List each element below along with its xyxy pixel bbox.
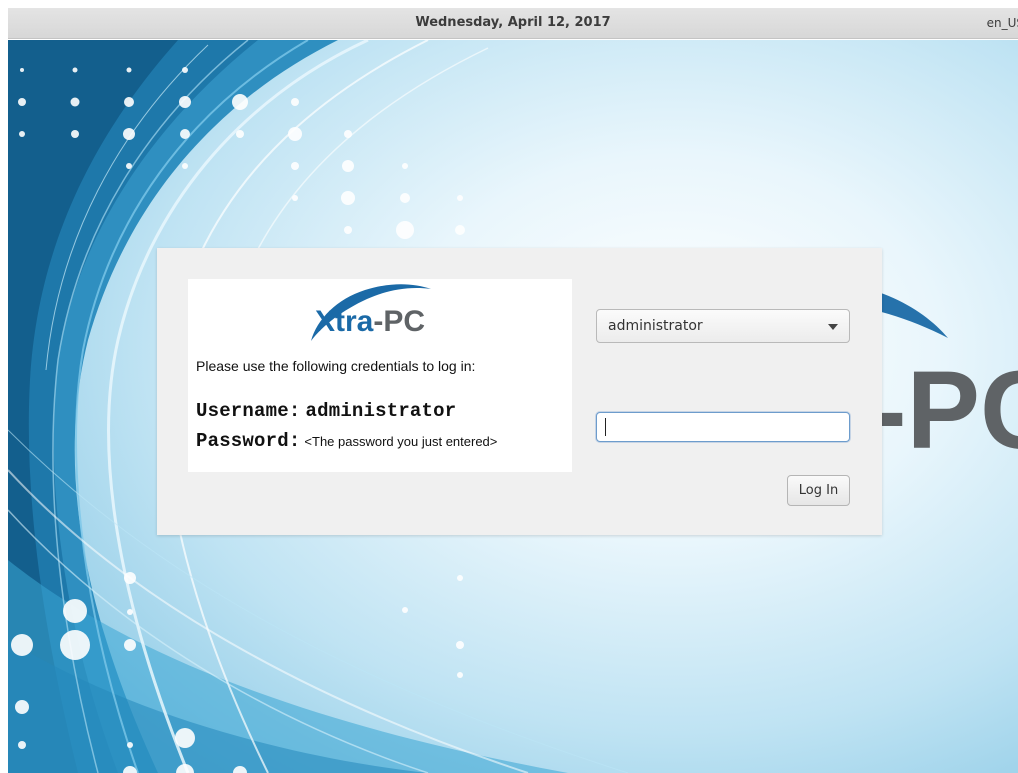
password-input[interactable] (596, 412, 850, 442)
xtra-pc-logo: Xtra-PC (311, 284, 431, 341)
top-panel: Wednesday, April 12, 2017 en_US (8, 8, 1018, 39)
user-select-dropdown[interactable]: administrator (596, 309, 850, 343)
svg-text:Xtra-PC: Xtra-PC (315, 305, 425, 338)
keyboard-layout-indicator[interactable]: en_US (987, 16, 1018, 30)
logo-pc: -PC (373, 305, 425, 338)
wallpaper-logo-text: -PC (870, 349, 1018, 472)
username-line: Username: administrator (196, 400, 456, 422)
text-cursor (605, 418, 606, 436)
login-screen: -PC Wednesday, April 12, 2017 en_US Xtra… (8, 8, 1018, 773)
chevron-down-icon (828, 324, 838, 330)
login-instruction: Please use the following credentials to … (196, 358, 476, 374)
username-value: administrator (305, 400, 457, 422)
username-label: Username: (196, 400, 301, 422)
selected-user: administrator (608, 318, 703, 334)
password-line: Password: <The password you just entered> (196, 430, 497, 452)
logo-tra: tra (335, 305, 374, 338)
log-in-button[interactable]: Log In (787, 475, 850, 506)
login-dialog: Xtra-PC Please use the following credent… (157, 248, 882, 535)
logo-x: X (315, 305, 335, 338)
password-note: <The password you just entered> (304, 434, 498, 449)
credentials-info-card: Xtra-PC Please use the following credent… (188, 279, 572, 472)
date-indicator[interactable]: Wednesday, April 12, 2017 (8, 15, 1018, 30)
password-label: Password: (196, 430, 301, 452)
